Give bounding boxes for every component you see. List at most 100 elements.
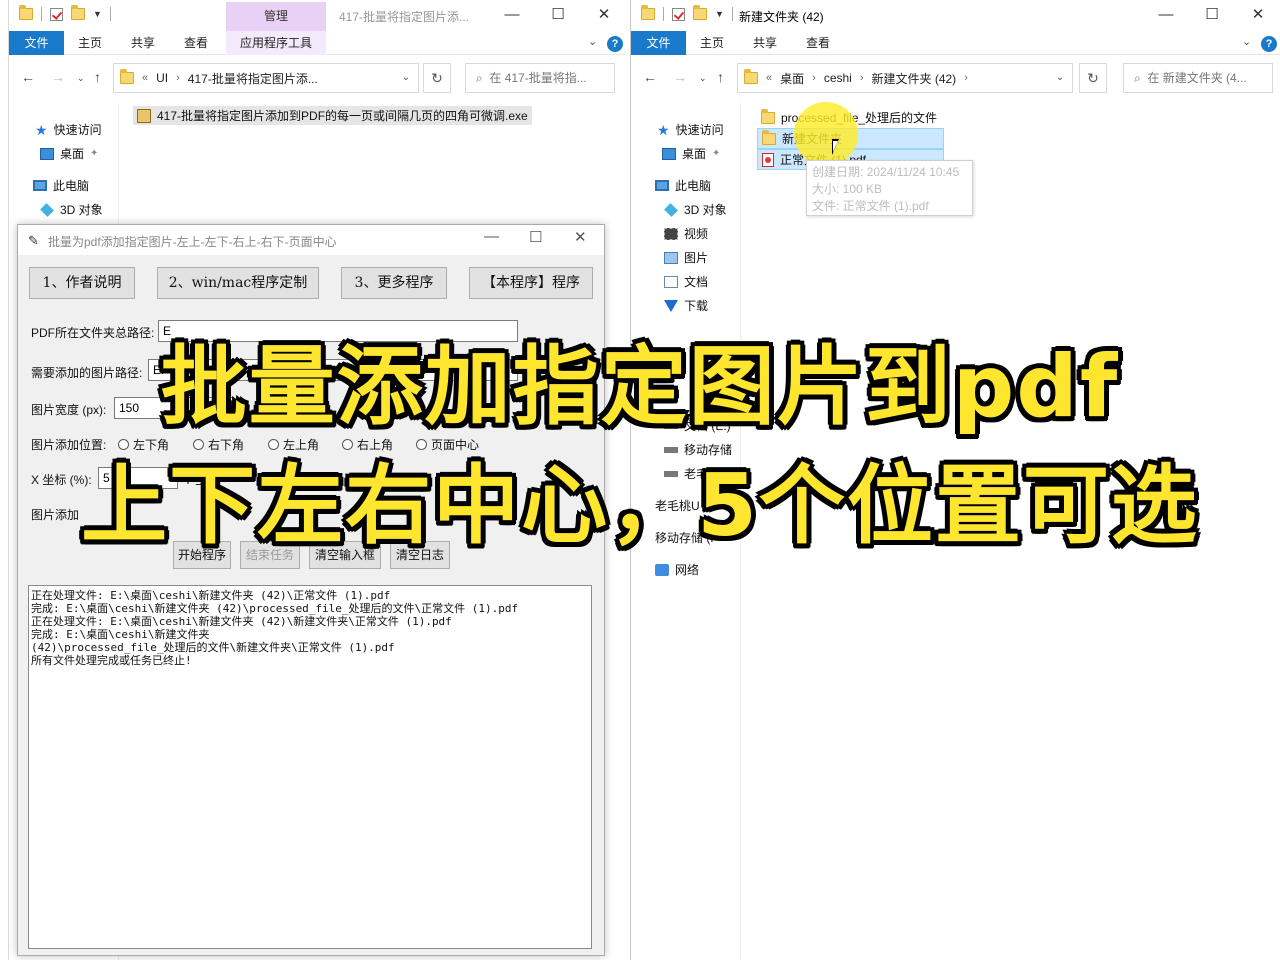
nav-this-pc[interactable]: 此电脑 xyxy=(33,177,89,194)
qa-separator xyxy=(41,7,42,21)
minimize-button[interactable]: — xyxy=(1143,2,1189,28)
quick-access-toolbar: ▼ xyxy=(19,5,111,21)
maximize-button[interactable]: ☐ xyxy=(1189,2,1235,28)
tab-view[interactable]: 查看 xyxy=(175,31,217,55)
chevron-down-icon[interactable]: ⌄ xyxy=(1242,35,1251,48)
breadcrumb-current[interactable]: 417-批量将指定图片添... xyxy=(188,70,318,87)
tooltip-line: 创建日期: 2024/11/24 10:45 xyxy=(812,165,960,179)
chevron-down-icon[interactable]: ⌄ xyxy=(588,35,597,48)
search-input[interactable]: ⌕ 在 417-批量将指... xyxy=(465,63,615,93)
recent-dropdown-icon[interactable]: ⌄ xyxy=(699,73,707,84)
nav-quick-access[interactable]: ★ 快速访问 xyxy=(35,121,102,138)
nav-label: 快速访问 xyxy=(675,123,724,137)
tab-file[interactable]: 文件 xyxy=(9,31,64,55)
nav-pictures[interactable]: 图片 xyxy=(664,249,708,266)
breadcrumb-separator-icon[interactable]: › xyxy=(964,72,968,84)
tab-home[interactable]: 主页 xyxy=(69,31,111,55)
tooltip-line: 文件: 正常文件 (1).pdf xyxy=(812,199,929,213)
nav-label: 3D 对象 xyxy=(684,203,727,217)
tab-file[interactable]: 文件 xyxy=(631,31,686,55)
nav-quick-access[interactable]: ★ 快速访问 xyxy=(657,121,724,138)
search-input[interactable]: ⌕ 在 新建文件夹 (4... xyxy=(1123,63,1273,93)
folder-item-processed[interactable]: processed_file_处理后的文件 xyxy=(757,108,941,127)
properties-icon[interactable] xyxy=(672,7,685,21)
custom-program-button[interactable]: 2、win/mac程序定制 xyxy=(157,267,319,299)
log-output[interactable]: 正在处理文件: E:\桌面\ceshi\新建文件夹 (42)\正常文件 (1).… xyxy=(28,585,592,949)
new-folder-icon[interactable] xyxy=(693,5,707,20)
close-button[interactable]: ✕ xyxy=(574,228,587,246)
qa-dropdown-icon[interactable]: ▼ xyxy=(715,9,724,19)
up-arrow-icon[interactable]: ↑ xyxy=(717,69,724,85)
maximize-button[interactable]: ☐ xyxy=(535,2,581,28)
folder-icon xyxy=(641,5,655,20)
address-bar[interactable]: « UI › 417-批量将指定图片添... ⌄ xyxy=(113,63,419,93)
pin-icon: ✦ xyxy=(712,148,721,159)
right-titlebar: ▼ 新建文件夹 (42) — ☐ ✕ xyxy=(631,0,1280,31)
close-button[interactable]: ✕ xyxy=(581,2,626,28)
back-arrow-icon[interactable]: ← xyxy=(643,69,657,85)
folder-item-new[interactable]: 新建文件夹 xyxy=(757,128,944,149)
close-button[interactable]: ✕ xyxy=(1235,2,1280,28)
nav-3d-objects[interactable]: 3D 对象 xyxy=(664,201,727,218)
caption-line-1: 批量添加指定图片到pdf xyxy=(160,337,1120,437)
nav-downloads[interactable]: 下载 xyxy=(664,297,708,314)
nav-label: 网络 xyxy=(675,563,700,577)
address-dropdown-icon[interactable]: ⌄ xyxy=(1048,64,1072,92)
more-programs-button[interactable]: 3、更多程序 xyxy=(341,267,447,299)
tab-home[interactable]: 主页 xyxy=(691,31,733,55)
ribbon: 文件 主页 共享 查看 ⌄ ? xyxy=(631,31,1280,55)
folder-icon xyxy=(120,69,134,84)
forward-arrow-icon[interactable]: → xyxy=(673,69,687,85)
nav-videos[interactable]: 视频 xyxy=(664,225,708,242)
properties-icon[interactable] xyxy=(50,7,63,21)
file-exe[interactable]: 417-批量将指定图片添加到PDF的每一页或间隔几页的四角可微调.exe xyxy=(133,106,532,125)
tab-share[interactable]: 共享 xyxy=(122,31,164,55)
author-info-button[interactable]: 1、作者说明 xyxy=(29,267,135,299)
refresh-button[interactable]: ↻ xyxy=(423,63,451,93)
download-icon xyxy=(664,299,678,312)
nav-desktop[interactable]: 桌面 ✦ xyxy=(40,145,98,162)
breadcrumb-separator-icon[interactable]: › xyxy=(812,72,816,84)
breadcrumb-separator-icon[interactable]: › xyxy=(860,72,864,84)
minimize-button[interactable]: — xyxy=(489,2,535,28)
breadcrumb-current[interactable]: 新建文件夹 (42) xyxy=(872,70,957,87)
address-overflow[interactable]: « xyxy=(142,72,148,84)
breadcrumb-desktop[interactable]: 桌面 xyxy=(780,70,804,87)
tab-app-tools[interactable]: 应用程序工具 xyxy=(226,31,326,55)
navigation-bar: ← → ⌄ ↑ « 桌面 › ceshi › 新建文件夹 (42) › ⌄ ↻ … xyxy=(631,55,1280,103)
mouse-cursor-icon xyxy=(832,139,839,155)
help-icon[interactable]: ? xyxy=(1261,36,1277,52)
this-program-button[interactable]: 【本程序】程序 xyxy=(469,267,593,299)
desktop-icon xyxy=(40,147,54,160)
help-icon[interactable]: ? xyxy=(607,36,623,52)
breadcrumb-ceshi[interactable]: ceshi xyxy=(824,71,852,85)
nav-network[interactable]: 网络 xyxy=(655,561,699,578)
maximize-button[interactable]: ☐ xyxy=(529,228,542,246)
nav-documents[interactable]: 文档 xyxy=(664,273,708,290)
nav-label: 3D 对象 xyxy=(60,203,103,217)
nav-3d-objects[interactable]: 3D 对象 xyxy=(40,201,103,218)
new-folder-icon[interactable] xyxy=(71,5,85,20)
minimize-button[interactable]: — xyxy=(484,228,499,245)
qa-dropdown-icon[interactable]: ▼ xyxy=(93,9,102,19)
address-bar[interactable]: « 桌面 › ceshi › 新建文件夹 (42) › ⌄ xyxy=(737,63,1073,93)
refresh-button[interactable]: ↻ xyxy=(1079,63,1107,93)
nav-this-pc[interactable]: 此电脑 xyxy=(655,177,711,194)
ribbon: 文件 主页 共享 查看 应用程序工具 ⌄ ? xyxy=(9,31,626,55)
manage-tab[interactable]: 管理 xyxy=(226,2,326,31)
breadcrumb-ui[interactable]: UI xyxy=(156,71,168,85)
nav-desktop[interactable]: 桌面 ✦ xyxy=(662,145,720,162)
back-arrow-icon[interactable]: ← xyxy=(21,69,35,85)
tab-view[interactable]: 查看 xyxy=(797,31,839,55)
breadcrumb-separator-icon[interactable]: › xyxy=(176,72,180,84)
qa-separator xyxy=(109,7,111,21)
address-dropdown-icon[interactable]: ⌄ xyxy=(394,64,418,92)
pdf-file-icon xyxy=(762,152,774,167)
up-arrow-icon[interactable]: ↑ xyxy=(94,69,101,85)
forward-arrow-icon[interactable]: → xyxy=(51,69,65,85)
recent-dropdown-icon[interactable]: ⌄ xyxy=(77,73,85,84)
address-overflow[interactable]: « xyxy=(766,72,772,84)
video-icon xyxy=(664,227,678,240)
tooltip-line: 大小: 100 KB xyxy=(812,182,883,196)
tab-share[interactable]: 共享 xyxy=(744,31,786,55)
